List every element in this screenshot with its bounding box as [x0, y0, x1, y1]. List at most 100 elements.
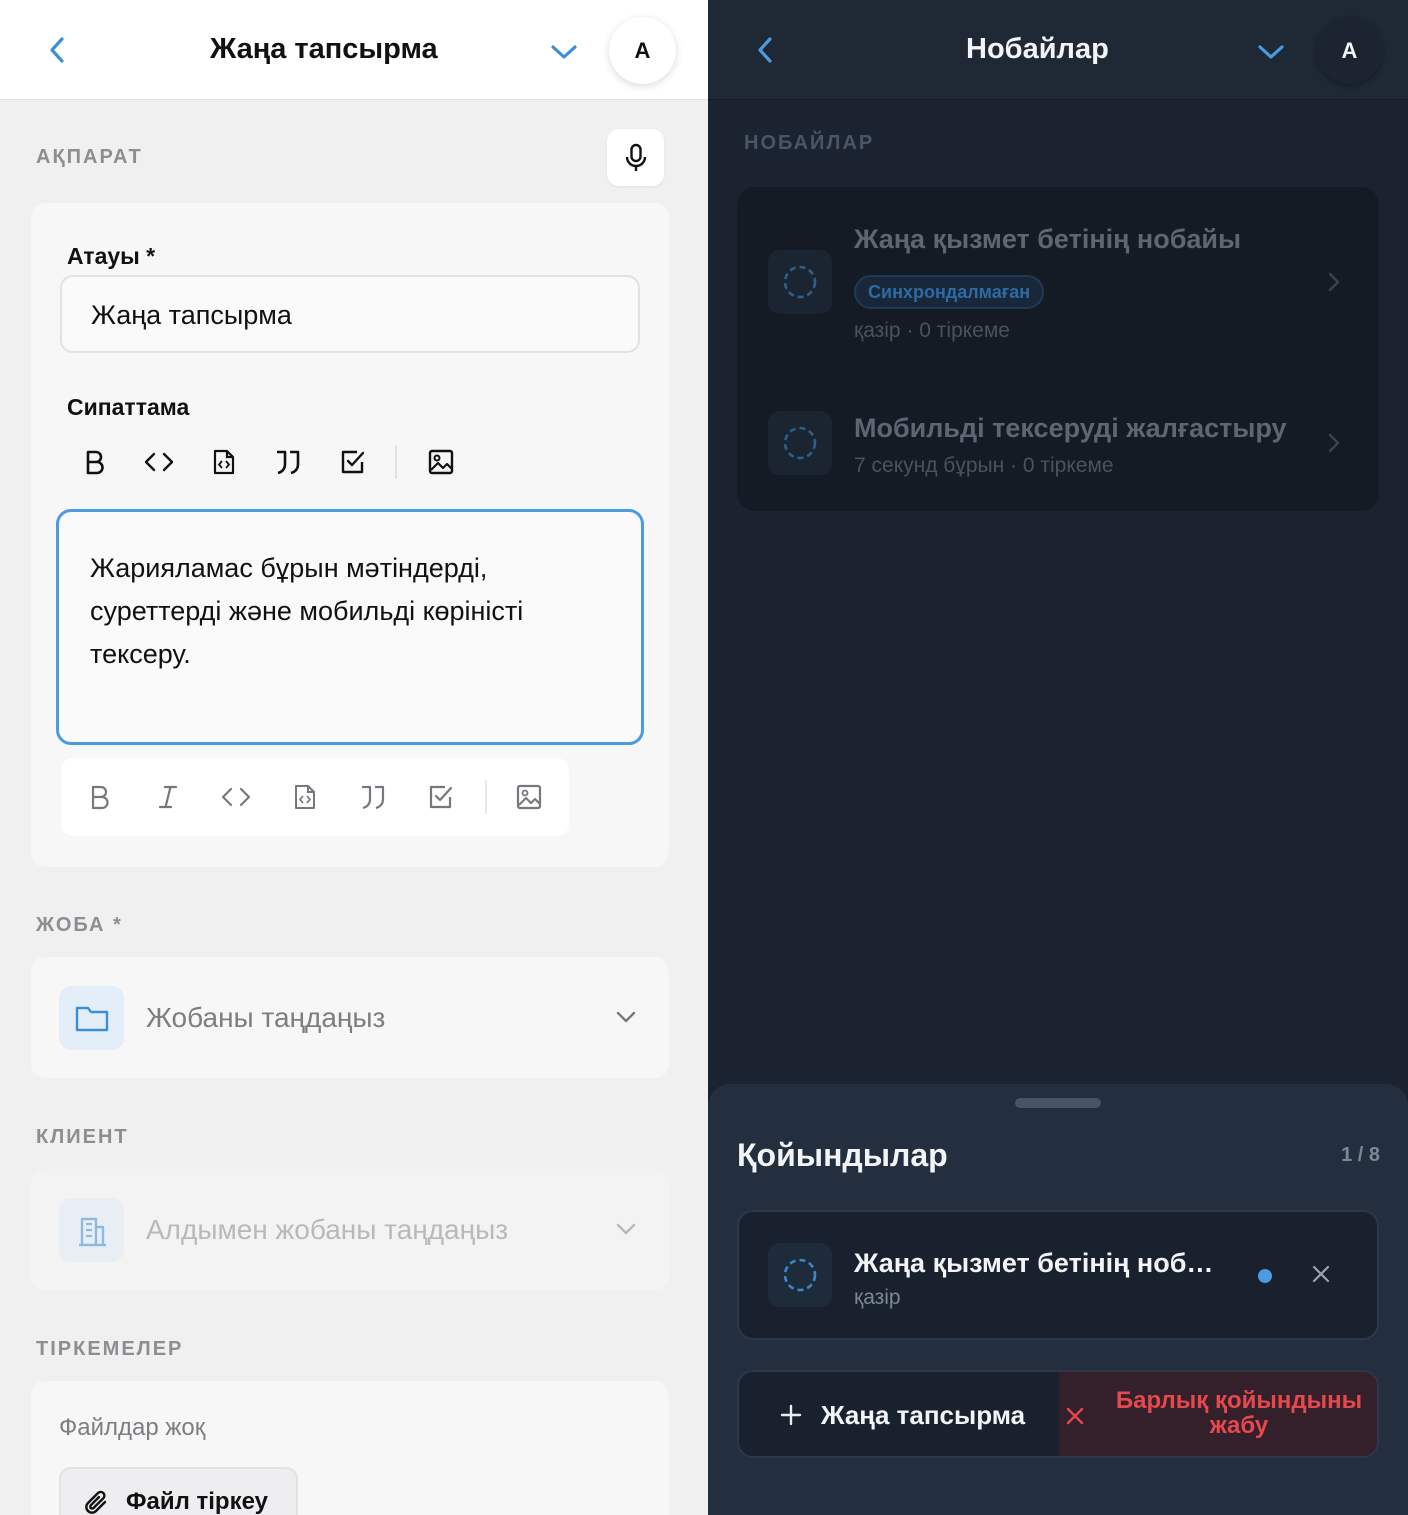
page-title: Нобайлар — [966, 33, 1109, 65]
image-button[interactable] — [421, 441, 461, 483]
drafts-screen: Нобайлар A НОБАЙЛАР Жаңа қызмет бетінің … — [708, 0, 1408, 1515]
drafts-list: Жаңа қызмет бетінің нобайы Синхрондалмағ… — [737, 187, 1379, 511]
code-block-button[interactable] — [204, 441, 244, 483]
tab-icon-box — [768, 1243, 832, 1307]
building-icon — [78, 1217, 106, 1247]
chevron-down-icon — [1258, 45, 1284, 59]
section-label-drafts: НОБАЙЛАР — [744, 132, 875, 154]
checklist-button[interactable] — [333, 441, 373, 483]
quote-icon — [362, 785, 385, 810]
paperclip-icon — [85, 1490, 107, 1514]
microphone-icon — [625, 143, 646, 171]
toolbar-divider — [395, 445, 397, 479]
header-bar: Жаңа тапсырма A — [0, 0, 708, 100]
tab-meta: қазір — [854, 1286, 901, 1309]
chevron-right-icon — [1328, 433, 1340, 453]
checklist-button[interactable] — [421, 777, 461, 817]
code-button[interactable] — [216, 777, 256, 817]
client-placeholder: Алдымен жобаны таңдаңыз — [146, 1214, 509, 1245]
formatting-toolbar-top — [75, 441, 475, 483]
new-task-screen: Жаңа тапсырма A АҚПАРАТ Атауы * Жаңа тап… — [0, 0, 708, 1515]
title-dropdown-button[interactable] — [1251, 32, 1291, 72]
project-placeholder: Жобаны таңдаңыз — [146, 1002, 386, 1033]
attach-file-button[interactable]: Файл тіркеу — [59, 1467, 298, 1515]
tabs-counter: 1 / 8 — [1341, 1144, 1380, 1166]
close-icon — [1312, 1265, 1330, 1283]
avatar[interactable]: A — [1316, 17, 1383, 84]
italic-button[interactable] — [148, 777, 188, 817]
status-badge: Синхрондалмаған — [854, 275, 1045, 309]
draft-title: Мобильді тексеруді жалғастыру — [854, 413, 1287, 443]
back-button[interactable] — [746, 30, 786, 70]
description-field-label: Сипаттама — [67, 394, 190, 420]
title-dropdown-button[interactable] — [544, 32, 584, 72]
title-input[interactable]: Жаңа тапсырма — [60, 275, 640, 353]
checkbox-icon — [429, 785, 453, 809]
chevron-right-icon — [1328, 272, 1340, 292]
project-select[interactable]: Жобаны таңдаңыз — [31, 957, 669, 1078]
open-tab-item[interactable]: Жаңа қызмет бетінің нобайы қазір — [737, 1210, 1379, 1340]
section-label-info: АҚПАРАТ — [36, 146, 143, 168]
code-icon — [221, 787, 251, 807]
avatar[interactable]: A — [609, 17, 676, 84]
voice-input-button[interactable] — [607, 129, 664, 186]
close-all-tabs-button[interactable]: Барлық қойындыны жабу — [1059, 1372, 1377, 1456]
list-item[interactable]: Мобильді тексеруді жалғастыру 7 секунд б… — [737, 377, 1379, 511]
draft-circle-icon — [783, 426, 817, 460]
code-button[interactable] — [139, 441, 179, 483]
bold-button[interactable] — [75, 441, 115, 483]
description-text: Жарияламас бұрын мәтіндерді, суреттерді … — [90, 553, 524, 669]
section-label-project: ЖОБА * — [36, 914, 123, 936]
close-icon — [1066, 1407, 1084, 1425]
code-icon — [144, 452, 174, 472]
back-button[interactable] — [38, 30, 78, 70]
formatting-toolbar-bottom — [61, 758, 569, 836]
draft-circle-icon — [783, 265, 817, 299]
tab-title: Жаңа қызмет бетінің нобайы — [854, 1248, 1226, 1278]
new-task-button[interactable]: Жаңа тапсырма — [739, 1372, 1059, 1456]
image-icon — [516, 784, 542, 810]
title-input-value: Жаңа тапсырма — [91, 300, 292, 330]
draft-meta: қазір · 0 тіркеме — [854, 319, 1010, 342]
draft-icon-box — [768, 411, 832, 475]
section-label-attachments: ТІРКЕМЕЛЕР — [36, 1338, 184, 1360]
bold-icon — [86, 450, 104, 475]
draft-icon-box — [768, 250, 832, 314]
code-file-icon — [213, 449, 235, 475]
quote-button[interactable] — [268, 441, 308, 483]
draft-circle-icon — [783, 1258, 817, 1292]
list-item[interactable]: Жаңа қызмет бетінің нобайы Синхрондалмағ… — [737, 187, 1379, 377]
client-icon-box — [59, 1198, 124, 1262]
toolbar-divider — [485, 780, 487, 814]
tabs-bottom-sheet: Қойындылар 1 / 8 Жаңа қызмет бетінің ноб… — [708, 1084, 1408, 1515]
section-label-client: КЛИЕНТ — [36, 1126, 129, 1148]
project-icon-box — [59, 986, 124, 1050]
sheet-title: Қойындылар — [737, 1137, 948, 1173]
bold-button[interactable] — [80, 777, 120, 817]
image-icon — [428, 449, 454, 475]
quote-button[interactable] — [353, 777, 393, 817]
info-card: Атауы * Жаңа тапсырма Сипаттама Жариялам… — [31, 203, 669, 867]
chevron-down-icon — [616, 1223, 636, 1235]
code-block-button[interactable] — [285, 777, 325, 817]
bold-icon — [91, 785, 109, 810]
new-task-label: Жаңа тапсырма — [821, 1400, 1026, 1430]
checkbox-icon — [341, 450, 365, 474]
description-textarea[interactable]: Жарияламас бұрын мәтіндерді, суреттерді … — [56, 509, 644, 745]
draft-title: Жаңа қызмет бетінің нобайы — [854, 224, 1242, 254]
close-tab-button[interactable] — [1303, 1256, 1339, 1292]
chevron-down-icon — [616, 1011, 636, 1023]
quote-icon — [277, 450, 300, 475]
header-bar: Нобайлар A — [708, 0, 1408, 100]
chevron-down-icon — [551, 45, 577, 59]
image-button[interactable] — [509, 777, 549, 817]
title-field-label: Атауы * — [67, 243, 156, 269]
chevron-left-icon — [758, 37, 772, 63]
tab-actions-bar: Жаңа тапсырма Барлық қойындыны жабу — [737, 1370, 1379, 1458]
code-file-icon — [295, 785, 315, 809]
chevron-left-icon — [50, 37, 64, 63]
client-select: Алдымен жобаны таңдаңыз — [31, 1169, 669, 1290]
sheet-drag-handle[interactable] — [1015, 1098, 1101, 1108]
draft-meta: 7 секунд бұрын · 0 тіркеме — [854, 454, 1114, 477]
unsaved-dot-icon — [1258, 1269, 1272, 1283]
